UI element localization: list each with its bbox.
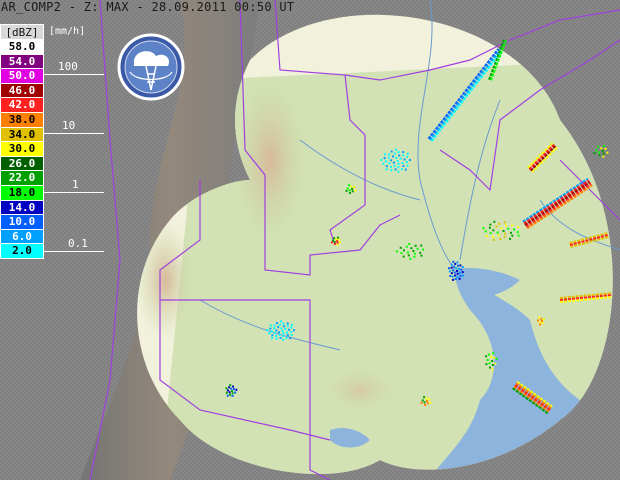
rain-rate-label: 1: [72, 178, 79, 191]
legend-rows: 58.0 54.0 50.0 46.0 42.0 38.0 34.0 30.0 26.0 22.0…: [0, 40, 44, 259]
legend-header: [dBZ]: [0, 24, 44, 40]
sierra-ventana: [320, 365, 400, 415]
rain-rate-label: 0.1: [68, 237, 88, 250]
legend-row: 30.0: [0, 142, 44, 157]
sierras-cordoba: [230, 70, 310, 250]
rain-rate-guide-line: [44, 251, 104, 252]
rain-rate-label: 100: [58, 60, 78, 73]
legend-row: 34.0: [0, 127, 44, 143]
rain-rate-unit: [mm/h]: [49, 26, 86, 37]
map-title: AR_COMP2 - Z: MAX - 28.09.2011 00:50 UT: [1, 0, 295, 14]
dbz-legend: [dBZ] 58.0 54.0 50.0 46.0 42.0 38.0 34.0 30.0 26…: [0, 24, 44, 259]
legend-row: 18.0: [0, 185, 44, 201]
legend-row: 10.0: [0, 215, 44, 230]
legend-row: 6.0: [0, 229, 44, 245]
legend-row: 42.0: [0, 98, 44, 113]
legend-row: 46.0: [0, 83, 44, 99]
legend-row: 2.0: [0, 244, 44, 259]
rain-rate-guide-line: [44, 192, 104, 193]
legend-row: 22.0: [0, 171, 44, 186]
legend-row: 50.0: [0, 69, 44, 84]
radar-composite-map: AR_COMP2 - Z: MAX - 28.09.2011 00:50 UT …: [0, 0, 620, 480]
legend-row: 58.0: [0, 40, 44, 55]
radar-map-canvas: [0, 0, 620, 480]
legend-row: 54.0: [0, 54, 44, 70]
rain-rate-guide-line: [44, 74, 104, 75]
legend-row: 26.0: [0, 156, 44, 172]
rain-rate-label: 10: [62, 119, 76, 132]
weather-radar-emblem-icon: [117, 33, 185, 101]
legend-row: 38.0: [0, 112, 44, 128]
rain-rate-guide-line: [44, 133, 104, 134]
legend-row: 14.0: [0, 200, 44, 216]
